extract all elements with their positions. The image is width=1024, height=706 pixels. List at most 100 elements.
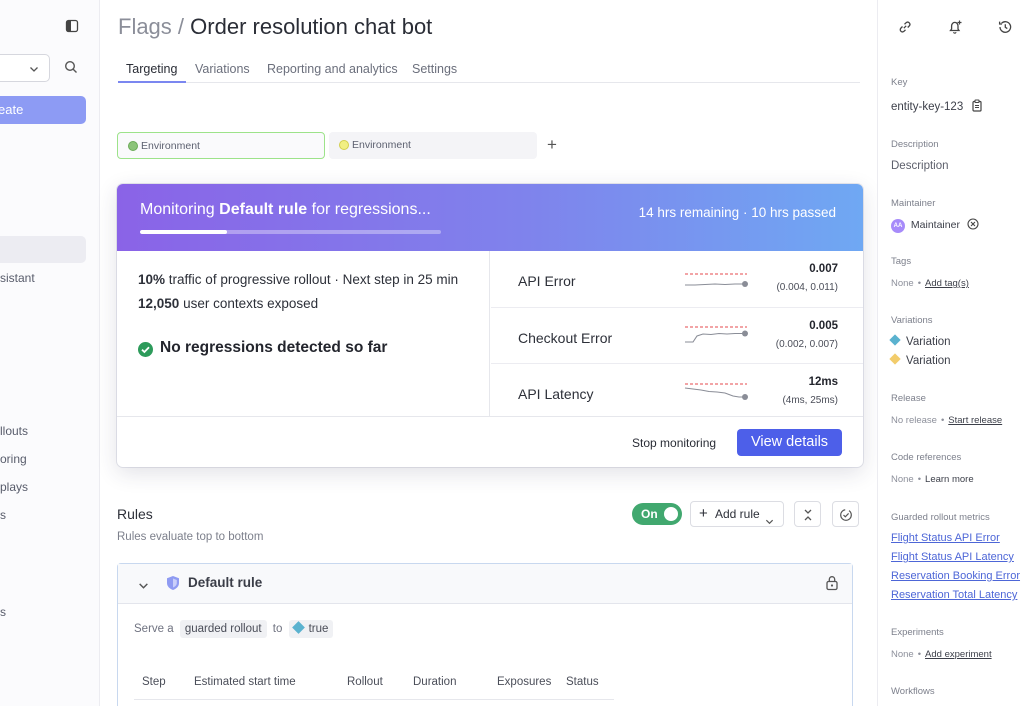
metric-value: 12ms [808,376,838,388]
description-label: Description [891,139,939,150]
view-details-button[interactable]: View details [737,429,842,456]
targeting-toggle[interactable]: On [632,503,682,525]
contexts-summary: 12,050 user contexts exposed [138,296,318,311]
chevron-down-icon[interactable] [138,579,149,594]
history-icon[interactable] [997,19,1013,38]
tags-none: None [891,278,914,289]
serve-to: to [272,623,283,635]
metric-name: API Latency [518,386,594,402]
toggle-label: On [641,507,658,521]
variation-diamond-icon [291,621,305,634]
column-start-time: Estimated start time [194,676,296,688]
rules-title: Rules [117,506,153,522]
rule-history-button[interactable] [832,501,859,527]
maintainer-value[interactable]: AA Maintainer [891,218,979,233]
sidebar-toggle-icon[interactable] [65,19,79,33]
environment-color-dot [339,140,349,150]
sidebar-item-monitoring[interactable]: oring [0,452,27,466]
maintainer-label: Maintainer [891,198,936,209]
column-exposures: Exposures [497,676,552,688]
tab-settings[interactable]: Settings [412,62,457,76]
default-rule-name: Default rule [188,575,263,590]
avatar: AA [891,219,905,233]
tags-label: Tags [891,256,912,267]
metric-row[interactable]: Checkout Error 0.005 (0.002, 0.007) [491,307,863,363]
add-tags-link[interactable]: Add tag(s) [925,278,969,289]
monitoring-summary: 10% traffic of progressive rollout · Nex… [117,251,490,416]
bell-plus-icon[interactable] [947,19,963,38]
plus-icon: + [699,505,708,522]
variation-item[interactable]: Variation [889,334,951,348]
remove-icon[interactable] [967,218,979,230]
column-rollout: Rollout [347,676,383,688]
tab-bar: Targeting Variations Reporting and analy… [118,60,860,83]
experiments-value: None • Add experiment [891,649,992,660]
search-icon[interactable] [64,60,78,77]
tab-targeting[interactable]: Targeting [126,62,177,76]
tab-reporting[interactable]: Reporting and analytics [267,62,398,76]
environment-color-dot [128,141,138,151]
metrics-list: API Error 0.007 (0.004, 0.011) Checkout … [491,251,863,416]
left-sidebar: eate sistant llouts oring plays s s [0,0,100,706]
variation-diamond-icon [889,334,901,346]
variation-diamond-icon [889,353,901,365]
guarded-metric-link[interactable]: Reservation Booking Error [891,570,1020,582]
serve-type-pill[interactable]: guarded rollout [179,620,267,638]
metric-sparkline [685,273,748,287]
details-panel: Key entity-key-123 Description Descripti… [877,0,1024,706]
create-button[interactable]: eate [0,96,86,124]
rules-subtitle: Rules evaluate top to bottom [117,531,264,543]
column-status: Status [566,676,599,688]
serve-prefix: Serve a [134,623,174,635]
add-rule-label: Add rule [715,507,760,521]
metric-value: 0.007 [809,263,838,275]
page-title: Flags / Order resolution chat bot [118,14,432,40]
link-icon[interactable] [897,19,913,38]
sidebar-item-rollouts[interactable]: llouts [0,424,28,438]
add-environment-icon[interactable]: + [547,136,557,154]
maintainer-name: Maintainer [910,219,960,231]
traffic-summary: 10% traffic of progressive rollout · Nex… [138,272,458,287]
project-select[interactable] [0,54,50,82]
tab-variations[interactable]: Variations [195,62,250,76]
guarded-metric-link[interactable]: Reservation Total Latency [891,589,1017,601]
environment-chip[interactable]: Environment [117,132,325,159]
experiments-label: Experiments [891,627,944,638]
contexts-count: 12,050 [138,296,180,311]
environment-chip[interactable]: Environment [329,132,537,159]
start-release-link[interactable]: Start release [948,415,1002,426]
serve-value-pill[interactable]: true [288,620,334,638]
monitoring-title: Monitoring Default rule for regressions.… [140,201,431,219]
monitoring-rule-name: Default rule [219,201,308,218]
add-experiment-link[interactable]: Add experiment [925,649,992,660]
stop-monitoring-button[interactable]: Stop monitoring [632,436,716,450]
description-value[interactable]: Description [891,160,949,172]
guarded-metric-link[interactable]: Flight Status API Latency [891,551,1014,563]
metric-row[interactable]: API Error 0.007 (0.004, 0.011) [491,251,863,307]
metric-row[interactable]: API Latency 12ms (4ms, 25ms) [491,363,863,419]
guarded-metrics-label: Guarded rollout metrics [891,512,990,523]
guarded-metric-link[interactable]: Flight Status API Error [891,532,1000,544]
variation-label: Variation [906,355,951,367]
add-rule-button[interactable]: + Add rule [690,501,784,527]
learn-more-link[interactable]: Learn more [925,474,974,485]
sidebar-item-partial[interactable]: s [0,605,6,619]
copy-icon[interactable] [971,99,983,112]
tab-active-indicator [118,81,186,83]
sidebar-item-assistant[interactable]: sistant [0,271,35,285]
default-rule-header[interactable]: Default rule [118,564,852,604]
metric-sparkline [684,383,748,400]
breadcrumb[interactable]: Flags / [118,14,184,39]
sidebar-item-partial[interactable]: s [0,508,6,522]
regression-status-text: No regressions detected so far [160,339,388,356]
flag-name: Order resolution chat bot [190,14,433,39]
tags-value: None • Add tag(s) [891,278,969,289]
collapse-all-button[interactable] [794,501,821,527]
serve-line: Serve a guarded rollout to true [134,620,336,638]
sidebar-item-active[interactable] [0,236,86,263]
metric-sparkline [685,326,748,343]
variation-item[interactable]: Variation [889,353,951,367]
metric-interval: (4ms, 25ms) [782,395,838,406]
rollout-table-header: Step Estimated start time Rollout Durati… [134,674,614,700]
sidebar-item-replays[interactable]: plays [0,480,28,494]
